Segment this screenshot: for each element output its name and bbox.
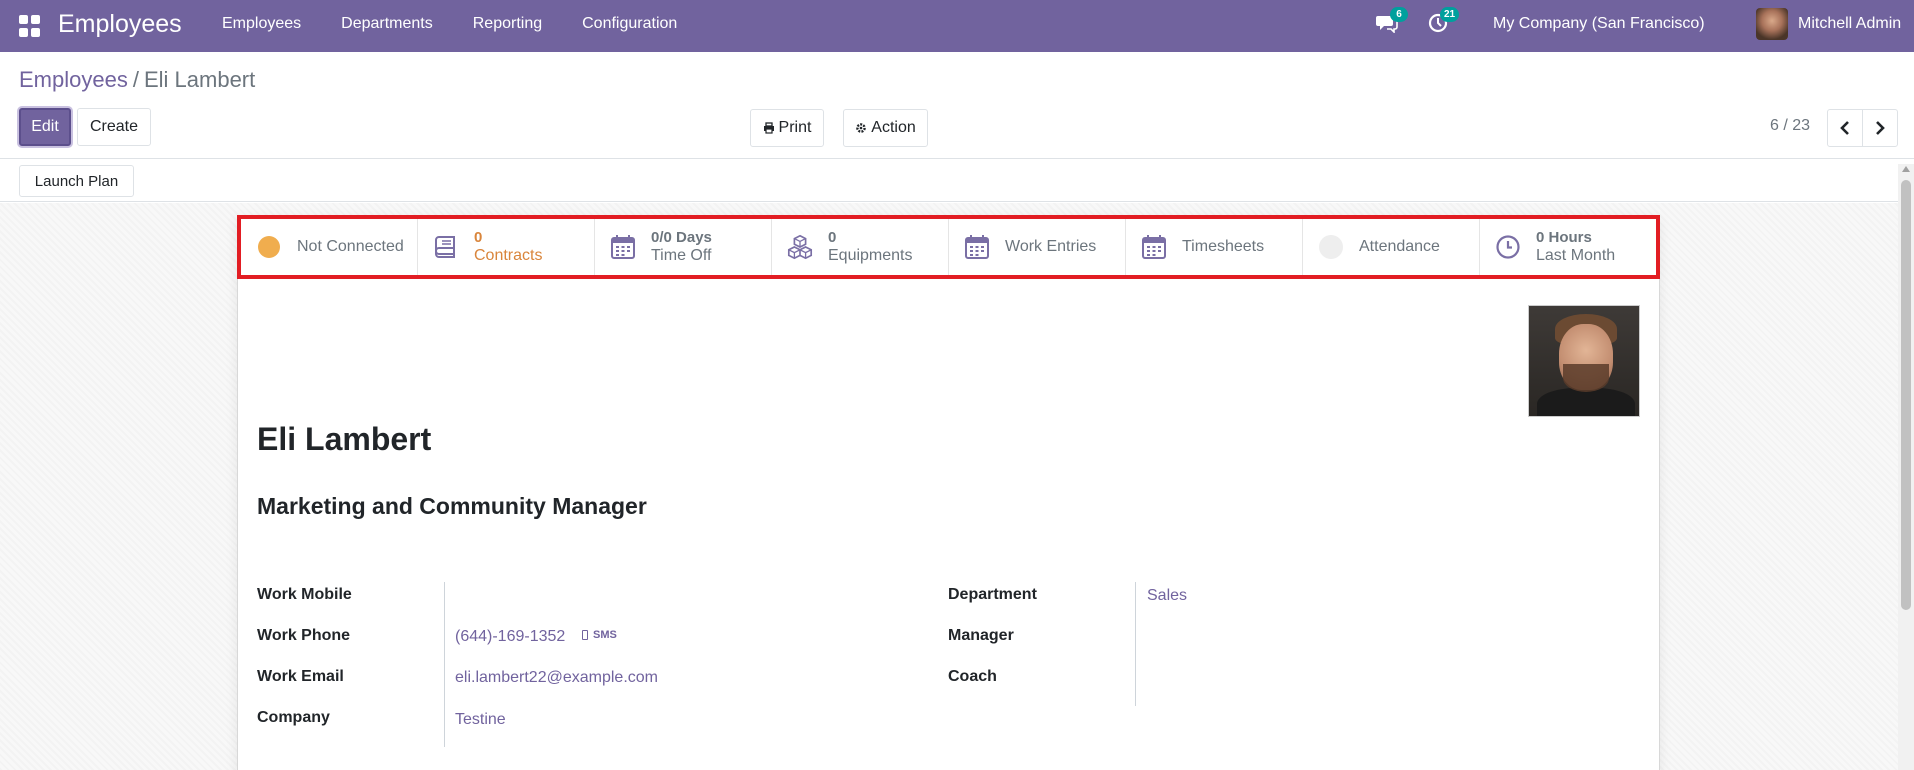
employee-job-title[interactable]: Marketing and Community Manager — [257, 493, 647, 520]
menu-item-employees[interactable]: Employees — [222, 0, 301, 52]
timesheets-label: Timesheets — [1182, 238, 1265, 255]
attendance-button[interactable]: Attendance — [1303, 219, 1480, 275]
breadcrumb-separator: / — [132, 67, 139, 92]
work-phone-value[interactable]: (644)-169-1352 — [455, 628, 565, 646]
form-statusbar — [0, 159, 1914, 202]
action-label: Action — [871, 119, 916, 136]
breadcrumb-current: Eli Lambert — [143, 67, 256, 92]
apps-menu-icon[interactable] — [19, 15, 41, 37]
work-email-value[interactable]: eli.lambert22@example.com — [455, 669, 658, 687]
breadcrumb-employees-link[interactable]: Employees — [19, 67, 128, 93]
calendar-icon — [609, 233, 637, 261]
contracts-button[interactable]: 0 Contracts — [418, 219, 595, 275]
chevron-left-icon — [1840, 121, 1849, 135]
time-off-button[interactable]: 0/0 Days Time Off — [595, 219, 772, 275]
equipments-button[interactable]: 0 Equipments — [772, 219, 949, 275]
launch-plan-button[interactable]: Launch Plan — [19, 165, 134, 197]
company-value[interactable]: Testine — [455, 711, 506, 729]
attendance-label: Attendance — [1359, 238, 1440, 255]
chevron-right-icon — [1876, 121, 1885, 135]
work-email-label: Work Email — [257, 668, 344, 685]
right-fields-separator — [1135, 582, 1136, 706]
contracts-count: 0 — [474, 229, 483, 246]
department-label: Department — [948, 586, 1037, 603]
sms-button[interactable]: SMS — [582, 629, 617, 641]
print-icon — [763, 122, 774, 134]
calendar-icon — [1140, 233, 1168, 261]
scrollbar[interactable] — [1898, 164, 1914, 770]
equipments-count: 0 — [828, 229, 837, 246]
company-label: Company — [257, 709, 330, 726]
contracts-label: Contracts — [474, 247, 543, 264]
edit-button[interactable]: Edit — [19, 108, 71, 146]
gear-icon — [856, 123, 867, 133]
scroll-thumb[interactable] — [1901, 180, 1911, 610]
hours-last-month-button[interactable]: 0 Hours Last Month — [1480, 219, 1656, 275]
presence-button[interactable]: Not Connected — [241, 219, 418, 275]
pager-previous-button[interactable] — [1827, 109, 1863, 147]
mobile-phone-icon — [582, 630, 588, 640]
sms-label: SMS — [593, 629, 617, 641]
clock-icon — [1494, 233, 1522, 261]
work-phone-label: Work Phone — [257, 627, 351, 644]
action-button[interactable]: Action — [843, 109, 928, 147]
work-entries-button[interactable]: Work Entries — [949, 219, 1126, 275]
coach-label: Coach — [948, 668, 997, 685]
pager-value[interactable]: 6 / 23 — [1770, 117, 1810, 135]
time-off-days: 0/0 Days — [651, 229, 712, 246]
activities-clock-icon[interactable]: 21 — [1428, 7, 1460, 35]
print-button[interactable]: Print — [750, 109, 824, 147]
messages-badge: 6 — [1390, 7, 1408, 22]
menu-item-configuration[interactable]: Configuration — [582, 0, 677, 52]
smart-buttons-box: Not Connected 0 Contracts 0/0 Days Time … — [237, 215, 1660, 279]
main-menu: Employees Departments Reporting Configur… — [222, 0, 717, 52]
work-mobile-label: Work Mobile — [257, 586, 352, 603]
cubes-icon — [786, 233, 814, 261]
menu-item-reporting[interactable]: Reporting — [473, 0, 542, 52]
user-avatar — [1756, 8, 1788, 40]
top-navbar: Employees Employees Departments Reportin… — [0, 0, 1914, 52]
employee-name[interactable]: Eli Lambert — [257, 421, 431, 458]
hours-value: 0 Hours — [1536, 229, 1592, 246]
timesheets-button[interactable]: Timesheets — [1126, 219, 1303, 275]
pager-next-button[interactable] — [1862, 109, 1898, 147]
equipments-label: Equipments — [828, 247, 913, 264]
work-entries-label: Work Entries — [1005, 238, 1097, 255]
department-value[interactable]: Sales — [1147, 587, 1187, 605]
manager-label: Manager — [948, 627, 1014, 644]
menu-item-departments[interactable]: Departments — [341, 0, 433, 52]
attendance-status-icon — [1317, 233, 1345, 261]
left-fields-separator — [444, 582, 445, 747]
user-name: Mitchell Admin — [1798, 15, 1902, 32]
activities-badge: 21 — [1440, 7, 1460, 22]
time-off-label: Time Off — [651, 247, 712, 264]
presence-label: Not Connected — [297, 238, 404, 255]
create-button[interactable]: Create — [77, 108, 151, 146]
book-icon — [432, 233, 460, 261]
user-menu[interactable]: Mitchell Admin — [1756, 8, 1901, 40]
company-switcher[interactable]: My Company (San Francisco) — [1493, 15, 1705, 33]
calendar-icon — [963, 233, 991, 261]
app-title[interactable]: Employees — [58, 10, 182, 39]
employee-photo[interactable] — [1528, 305, 1640, 417]
presence-status-icon — [255, 233, 283, 261]
messages-icon[interactable]: 6 — [1376, 7, 1408, 35]
breadcrumb: Employees / Eli Lambert — [19, 67, 255, 93]
scroll-up-arrow[interactable] — [1902, 166, 1910, 172]
print-label: Print — [778, 119, 812, 136]
hours-label: Last Month — [1536, 247, 1616, 264]
